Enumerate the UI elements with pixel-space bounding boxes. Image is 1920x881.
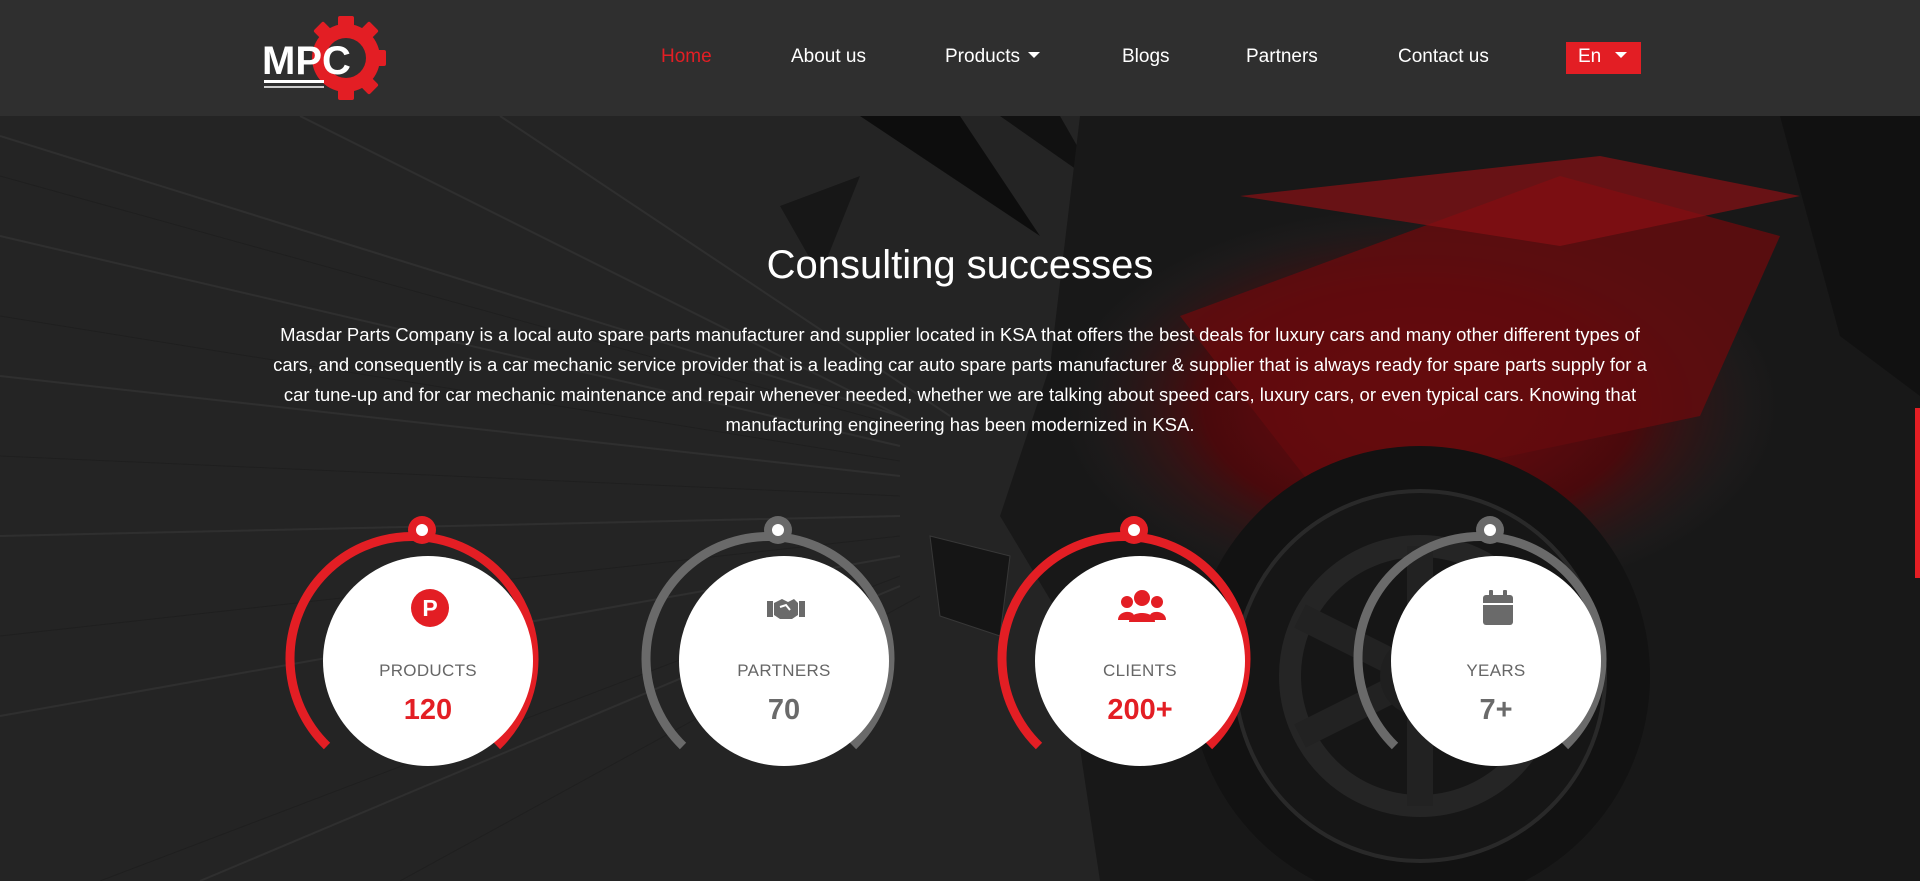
- chevron-down-icon: [1615, 51, 1628, 58]
- stat-products: P PRODUCTS 120: [283, 510, 543, 778]
- section-description: Masdar Parts Company is a local auto spa…: [273, 324, 1647, 435]
- stat-value: 7+: [1479, 694, 1513, 726]
- stat-label: CLIENTS: [1103, 661, 1177, 680]
- stat-years: YEARS 7+: [1351, 510, 1611, 778]
- stat-clients: CLIENTS 200+: [995, 510, 1255, 778]
- stat-value: 120: [403, 694, 453, 726]
- stat-value: 70: [767, 694, 801, 726]
- stat-card: P PRODUCTS 120: [323, 556, 533, 766]
- language-selector[interactable]: En: [1566, 42, 1641, 74]
- stat-card: CLIENTS 200+: [1035, 556, 1245, 766]
- stat-label: PARTNERS: [737, 661, 831, 680]
- stat-card: PARTNERS 70: [679, 556, 889, 766]
- nav-blogs[interactable]: Blogs: [1122, 46, 1170, 68]
- site-header: MPC Home About us Products Blogs Partner…: [0, 0, 1920, 116]
- section-title: Consulting successes: [766, 243, 1154, 287]
- nav-home[interactable]: Home: [661, 46, 712, 68]
- stat-value: 200+: [1107, 694, 1173, 726]
- scroll-indicator[interactable]: [1915, 408, 1920, 578]
- nav-about-us[interactable]: About us: [791, 46, 866, 68]
- nav-partners[interactable]: Partners: [1246, 46, 1318, 68]
- stat-card: YEARS 7+: [1391, 556, 1601, 766]
- nav-products-label: Products: [945, 46, 1020, 67]
- handshake-icon: [767, 599, 805, 619]
- language-label: En: [1578, 46, 1602, 67]
- stat-label: YEARS: [1466, 661, 1526, 680]
- stat-partners: PARTNERS 70: [639, 510, 899, 778]
- users-icon: [1118, 590, 1166, 622]
- calendar-icon: [1483, 590, 1513, 625]
- stat-label: PRODUCTS: [379, 661, 477, 680]
- products-p-icon: P: [411, 589, 449, 627]
- nav-products[interactable]: Products: [945, 46, 1040, 68]
- nav-contact-us[interactable]: Contact us: [1398, 46, 1489, 68]
- svg-text:P: P: [422, 595, 437, 621]
- chevron-down-icon: [1027, 51, 1040, 58]
